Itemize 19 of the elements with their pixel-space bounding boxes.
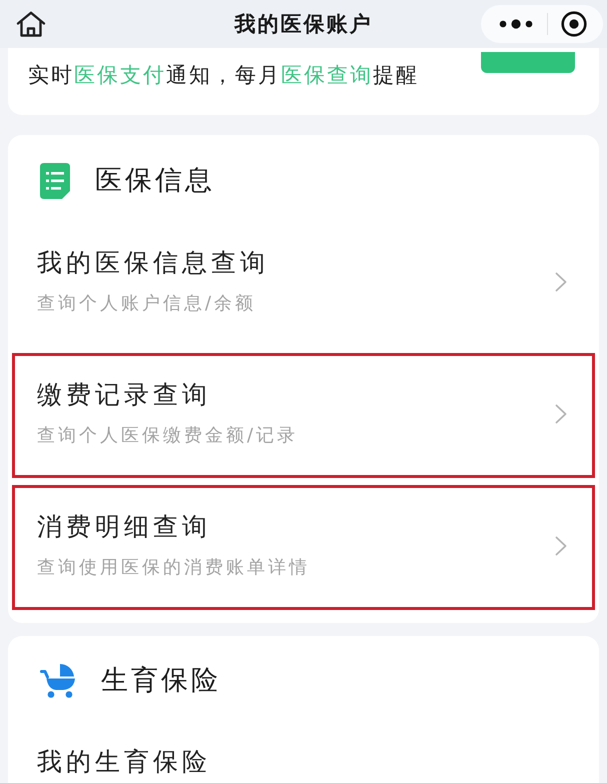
chevron-icon[interactable] bbox=[555, 536, 567, 556]
section-title: 生育保险 bbox=[101, 664, 221, 698]
item-subtitle: 查询个人账户信息/余额 bbox=[37, 292, 256, 316]
chevron-icon[interactable] bbox=[555, 272, 567, 292]
window-title: 我的医保账户 bbox=[234, 11, 372, 38]
circle-dot-icon[interactable] bbox=[561, 11, 587, 37]
chevron-icon[interactable] bbox=[555, 404, 567, 424]
item-title[interactable]: 消费明细查询 bbox=[37, 512, 211, 542]
item-subtitle: 查询使用医保的消费账单详情 bbox=[37, 556, 310, 580]
item-title[interactable]: 我的医保信息查询 bbox=[37, 248, 269, 278]
home-icon[interactable] bbox=[16, 11, 46, 37]
item-subtitle: 查询个人医保缴费金额/记录 bbox=[37, 424, 298, 448]
stroller-icon bbox=[40, 664, 76, 698]
item-title[interactable]: 缴费记录查询 bbox=[37, 380, 211, 410]
more-icon[interactable] bbox=[499, 19, 533, 29]
section-title: 医保信息 bbox=[95, 164, 215, 198]
document-icon bbox=[40, 163, 70, 199]
notice-text: 实时医保支付通知，每月 医保查询提醒 bbox=[28, 62, 419, 88]
item-title[interactable]: 我的生育保险 bbox=[37, 747, 211, 777]
